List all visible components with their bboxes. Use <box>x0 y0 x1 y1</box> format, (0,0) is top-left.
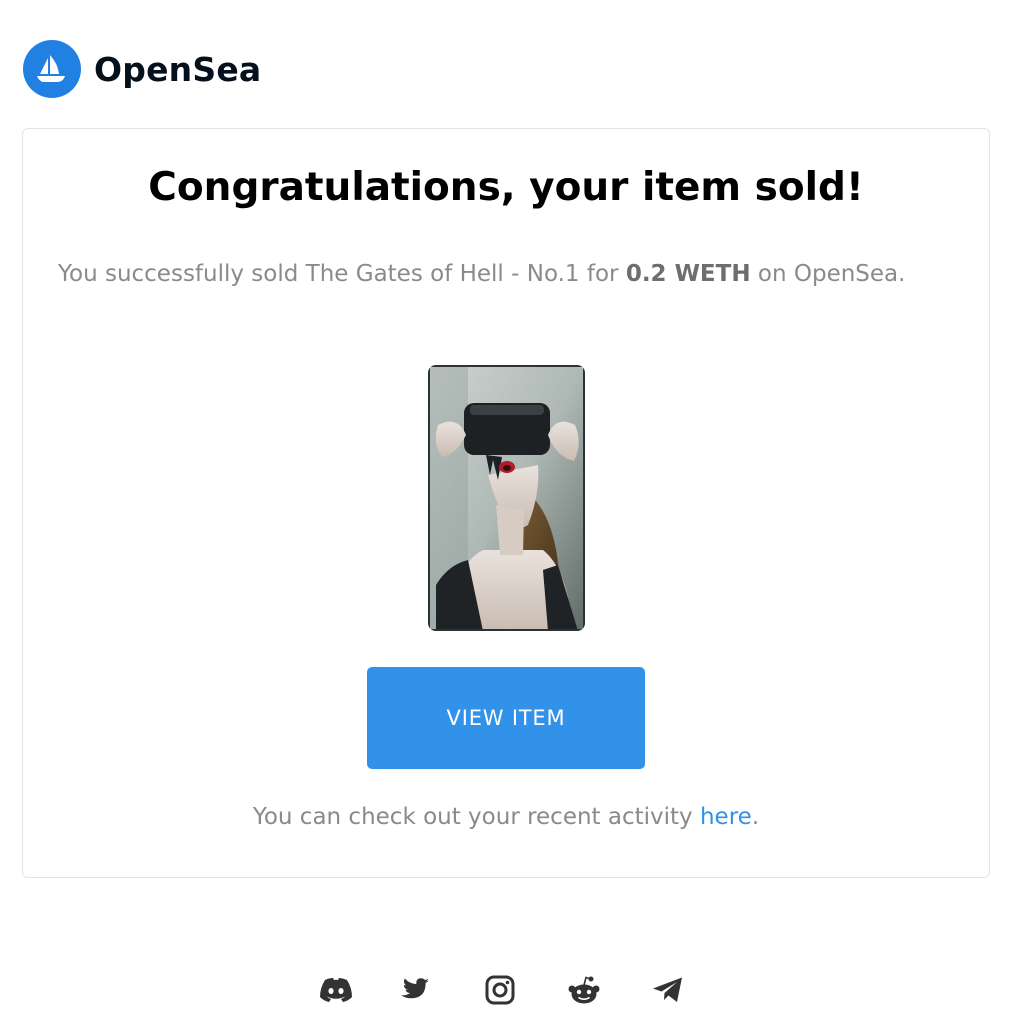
opensea-logo-icon[interactable] <box>23 40 81 98</box>
sale-message-prefix: You successfully sold The Gates of Hell … <box>58 261 626 287</box>
instagram-icon[interactable] <box>484 972 516 1008</box>
activity-note: You can check out your recent activity h… <box>0 804 1012 830</box>
activity-suffix: . <box>751 804 760 830</box>
discord-icon[interactable] <box>318 972 354 1008</box>
sale-message: You successfully sold The Gates of Hell … <box>58 255 958 293</box>
email-page: OpenSea Congratulations, your item sold!… <box>0 0 1024 1024</box>
header: OpenSea <box>23 40 261 98</box>
twitter-icon[interactable] <box>399 972 431 1008</box>
sale-message-suffix: on OpenSea. <box>750 261 906 287</box>
activity-prefix: You can check out your recent activity <box>252 804 700 830</box>
activity-link[interactable]: here <box>700 804 752 830</box>
page-title: Congratulations, your item sold! <box>148 165 864 210</box>
telegram-icon[interactable] <box>651 972 685 1008</box>
view-item-button[interactable]: VIEW ITEM <box>367 667 645 769</box>
reddit-icon[interactable] <box>567 972 601 1008</box>
brand-name: OpenSea <box>94 49 262 89</box>
item-image[interactable] <box>428 365 585 631</box>
sale-price: 0.2 WETH <box>625 261 751 287</box>
